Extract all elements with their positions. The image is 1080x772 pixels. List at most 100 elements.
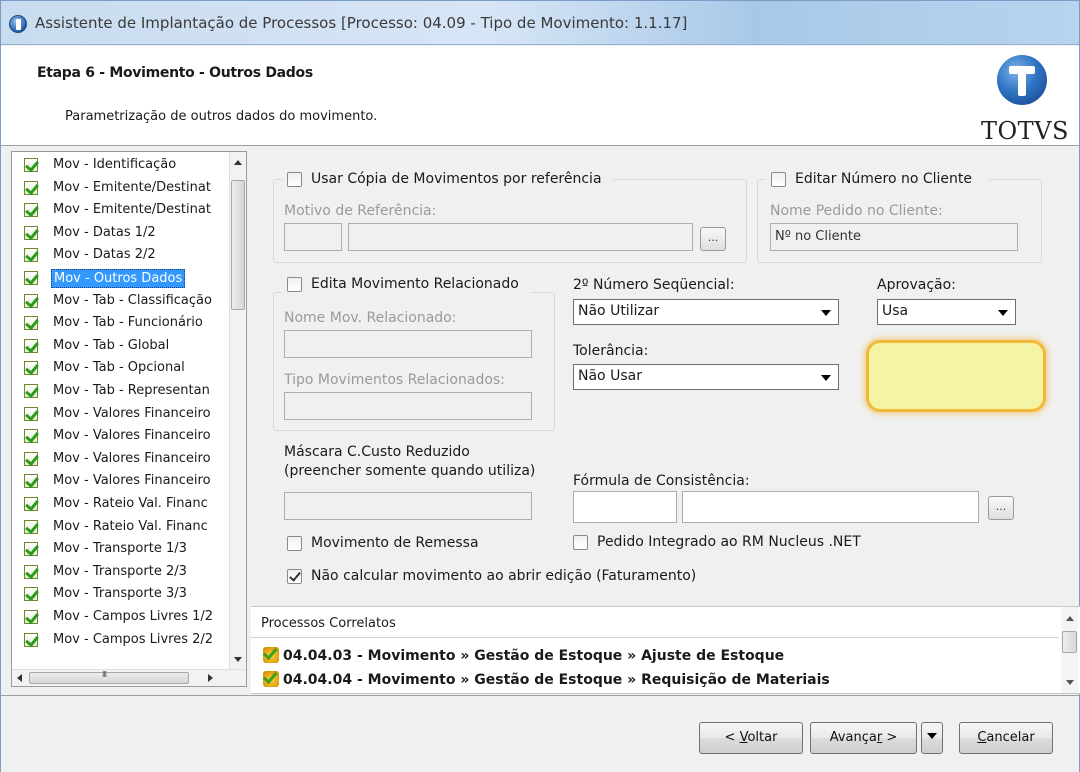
editar-numero-checkbox[interactable]	[771, 172, 786, 187]
aprovacao-select[interactable]: Usa	[877, 299, 1016, 325]
back-prefix: <	[724, 730, 740, 745]
formula-code-input[interactable]	[573, 491, 677, 523]
mascara-input[interactable]	[284, 492, 532, 520]
tree-item-label: Mov - Transporte 1/3	[53, 541, 187, 557]
step-complete-check-icon	[24, 429, 38, 444]
chevron-down-icon	[998, 310, 1008, 316]
motivo-referencia-desc-input[interactable]	[348, 223, 693, 251]
step-complete-check-icon	[24, 158, 38, 172]
scroll-left-arrow-icon[interactable]	[17, 674, 22, 682]
aprovacao-label: Aprovação:	[877, 277, 956, 293]
tree-item[interactable]: Mov - Transporte 1/3	[12, 538, 234, 560]
mov-remessa-label: Movimento de Remessa	[311, 535, 479, 551]
correlatos-title: Processos Correlatos	[261, 616, 396, 631]
tree-item[interactable]: Mov - Valores Financeiro	[12, 470, 234, 492]
pedido-integrado-checkbox[interactable]	[573, 535, 588, 550]
back-button[interactable]: < Voltar	[699, 722, 803, 754]
scroll-thumb[interactable]	[1062, 631, 1077, 653]
tree-item[interactable]: Mov - Datas 1/2	[12, 222, 234, 244]
tree-item-label: Mov - Tab - Global	[53, 337, 170, 353]
tree-item-label: Mov - Rateio Val. Financ	[53, 496, 208, 511]
nome-mov-relacionado-label: Nome Mov. Relacionado:	[284, 310, 457, 326]
tree-item-label: Mov - Tab - Opcional	[53, 360, 185, 376]
mascara-label-line2: (preencher somente quando utiliza)	[284, 463, 536, 479]
tree-item-label: Mov - Valores Financeiro	[53, 405, 211, 421]
tree-item-label: Mov - Tab - Classificação	[53, 292, 212, 308]
correlato-link[interactable]: 04.04.03 - Movimento » Gestão de Estoque…	[263, 647, 784, 664]
formula-desc-input[interactable]	[682, 491, 979, 523]
step-complete-check-icon	[24, 293, 38, 308]
tree-item[interactable]: Mov - Tab - Classificação	[12, 290, 234, 312]
correlato-link[interactable]: 04.04.04 - Movimento » Gestão de Estoque…	[263, 671, 830, 688]
tree-vertical-scrollbar[interactable]	[229, 152, 246, 670]
step-complete-check-icon	[24, 203, 38, 218]
step-complete-check-icon	[24, 564, 38, 579]
tree-item-label: Mov - Datas 2/2	[53, 247, 156, 263]
tree-item[interactable]: Mov - Emitente/Destinat	[12, 177, 234, 199]
tree-item[interactable]: Mov - Valores Financeiro	[12, 403, 234, 425]
tree-item[interactable]: Mov - Transporte 3/3	[12, 583, 234, 605]
nome-pedido-input[interactable]: Nº no Cliente	[770, 223, 1018, 251]
step-complete-check-icon	[24, 542, 38, 557]
segundo-numero-select[interactable]: Não Utilizar	[573, 299, 839, 325]
tree-item[interactable]: Mov - Rateio Val. Financ	[12, 493, 234, 515]
tree-item[interactable]: Mov - Valores Financeiro	[12, 425, 234, 447]
formula-lookup-button[interactable]: ...	[988, 496, 1014, 520]
edita-relacionado-checkbox[interactable]	[287, 277, 302, 292]
scroll-up-arrow-icon[interactable]	[1066, 616, 1074, 621]
scroll-right-arrow-icon[interactable]	[208, 674, 213, 682]
correlatos-scrollbar[interactable]	[1061, 607, 1078, 693]
tipo-mov-relacionados-label: Tipo Movimentos Relacionados:	[284, 372, 505, 388]
tipo-mov-relacionados-input[interactable]	[284, 392, 532, 420]
wizard-footer: < Voltar Avançar > Cancelar	[1, 695, 1079, 772]
cancel-button[interactable]: Cancelar	[959, 722, 1053, 754]
scroll-up-arrow-icon[interactable]	[234, 160, 242, 165]
tree-item-label: Mov - Emitente/Destinat	[53, 202, 211, 218]
tree-horizontal-scrollbar[interactable]	[12, 669, 246, 686]
tree-item-label: Mov - Tab - Representan	[53, 383, 210, 398]
next-options-dropdown-button[interactable]	[921, 722, 943, 754]
tree-item[interactable]: Mov - Tab - Funcionário	[12, 312, 234, 334]
segundo-numero-label: 2º Número Seqüencial:	[573, 277, 735, 293]
scroll-down-arrow-icon[interactable]	[1066, 680, 1074, 685]
wizard-window: Assistente de Implantação de Processos […	[0, 0, 1080, 772]
step-complete-check-icon	[24, 451, 38, 466]
step-complete-check-icon	[24, 632, 38, 647]
tree-item-label: Mov - Rateio Val. Financ	[53, 518, 208, 534]
tree-item[interactable]: Mov - Transporte 2/3	[12, 561, 234, 583]
step-complete-check-icon	[24, 316, 38, 331]
step-complete-check-icon	[24, 225, 38, 240]
tree-item[interactable]: Mov - Datas 2/2	[12, 244, 234, 266]
tree-item[interactable]: Mov - Identificação	[12, 154, 234, 176]
tree-item[interactable]: Mov - Tab - Global	[12, 335, 234, 357]
wizard-header: Etapa 6 - Movimento - Outros Dados Param…	[1, 46, 1079, 146]
tolerancia-select[interactable]: Não Usar	[573, 364, 839, 390]
tree-item[interactable]: Mov - Valores Financeiro	[12, 448, 234, 470]
scroll-down-arrow-icon[interactable]	[234, 657, 242, 662]
scroll-thumb[interactable]	[29, 670, 189, 684]
nome-mov-relacionado-input[interactable]	[284, 330, 532, 358]
tree-item[interactable]: Mov - Rateio Val. Financ	[12, 516, 234, 538]
pedido-integrado-label: Pedido Integrado ao RM Nucleus .NET	[597, 534, 861, 550]
tree-item[interactable]: Mov - Campos Livres 2/2	[12, 629, 234, 651]
divider	[251, 637, 1059, 638]
nao-calcular-checkbox[interactable]	[287, 569, 302, 584]
usar-copia-checkbox[interactable]	[287, 172, 302, 187]
tree-item-label: Mov - Campos Livres 2/2	[53, 631, 214, 647]
step-complete-check-icon	[24, 587, 38, 602]
mov-remessa-checkbox[interactable]	[287, 536, 302, 551]
steps-tree[interactable]: Mov - Campos Livres 2/2 Mov - Campos Livr…	[11, 151, 247, 687]
tree-item[interactable]: Mov - Tab - Representan	[12, 380, 234, 402]
tree-item[interactable]: Mov - Outros Dados	[12, 267, 234, 289]
tree-item-label: Mov - Campos Livres 1/2	[53, 609, 214, 624]
scroll-thumb[interactable]	[231, 180, 245, 310]
motivo-referencia-code-input[interactable]	[284, 223, 342, 251]
tree-item[interactable]: Mov - Campos Livres 1/2	[12, 606, 234, 628]
next-button[interactable]: Avançar >	[810, 722, 917, 754]
tree-item-label: Mov - Outros Dados	[51, 269, 186, 288]
tree-item[interactable]: Mov - Emitente/Destinat	[12, 199, 234, 221]
tree-item[interactable]: Mov - Tab - Opcional	[12, 357, 234, 379]
chevron-down-icon	[821, 375, 831, 381]
motivo-referencia-lookup-button[interactable]: ...	[700, 227, 726, 251]
tree-item-label: Mov - Datas 1/2	[53, 224, 156, 240]
